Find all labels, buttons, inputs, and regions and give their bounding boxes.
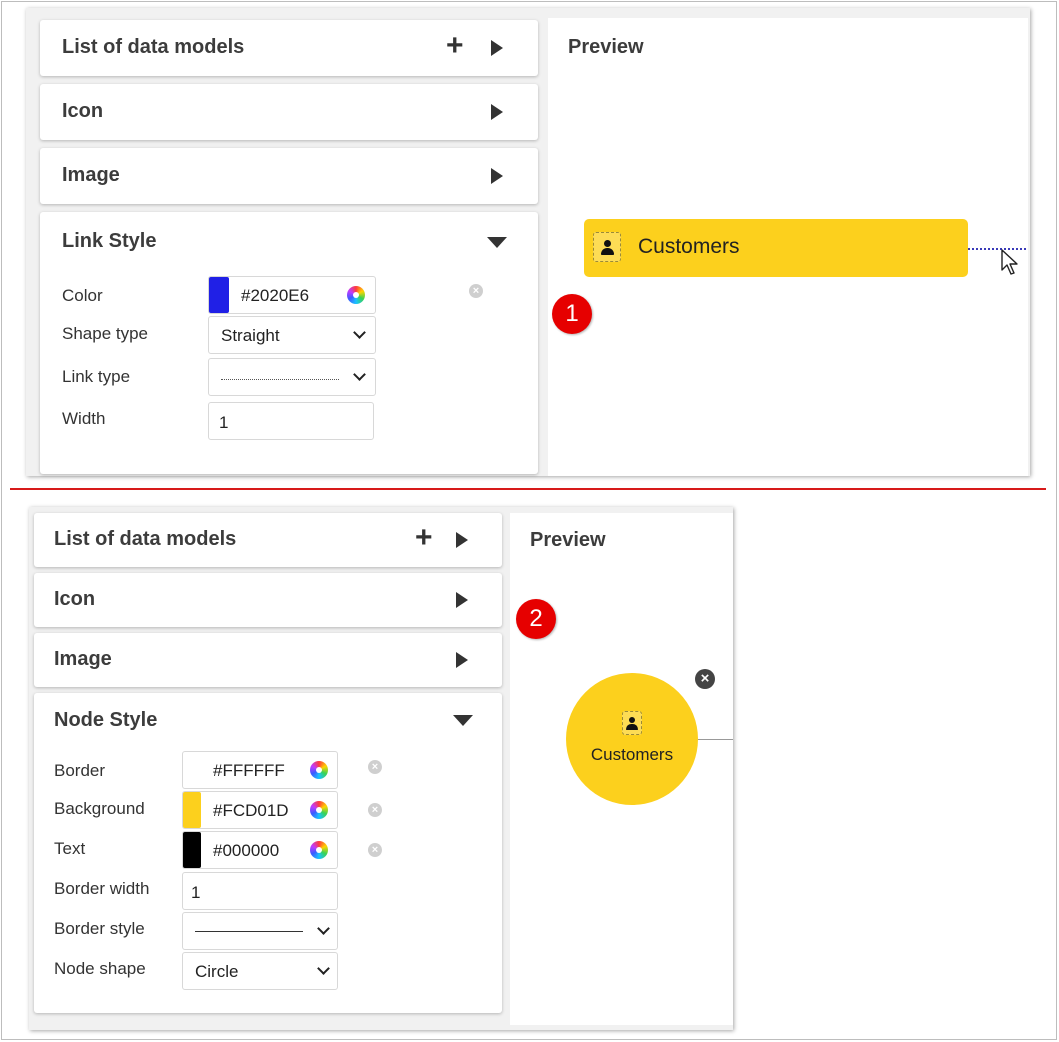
node-shape-label: Node shape [54,959,146,978]
caret-right-icon[interactable] [491,40,503,56]
node-shape-select[interactable]: Circle [182,952,338,990]
plus-icon[interactable]: + [446,31,464,61]
border-label: Border [54,761,106,780]
node-shape-value: Circle [195,962,239,981]
panel-image[interactable]: Image [34,633,502,687]
color-wheel-icon[interactable] [310,761,328,779]
panel-title: List of data models [62,36,245,58]
settings-column: List of data models + Icon Image Link St… [40,20,538,476]
solid-line-option [195,931,303,932]
clear-icon[interactable]: × [368,843,382,857]
node-label: Customers [638,235,740,258]
preview-area: Preview Customers 1 [548,18,1028,476]
text-color-value: #000000 [213,841,280,860]
caret-right-icon[interactable] [456,592,468,608]
preview-area: Preview 2 Customers × [510,513,733,1025]
caret-down-icon[interactable] [453,715,473,726]
text-label: Text [54,839,86,858]
shape-type-label: Shape type [62,324,149,343]
background-color-value: #FCD01D [213,801,289,820]
link-type-label: Link type [62,367,131,386]
panel-title: Link Style [62,230,157,252]
link-type-select[interactable] [208,358,376,396]
panel-icon[interactable]: Icon [34,573,502,627]
background-label: Background [54,799,145,818]
border-color-field[interactable]: #FFFFFF [182,751,338,789]
chevron-down-icon [353,368,366,381]
width-label: Width [62,409,106,428]
caret-right-icon[interactable] [491,168,503,184]
background-swatch [183,792,201,828]
border-width-value: 1 [191,883,201,902]
link-line [698,739,733,740]
shape-type-select[interactable]: Straight [208,316,376,354]
panel-icon[interactable]: Icon [40,84,538,140]
color-wheel-icon[interactable] [310,801,328,819]
preview-node[interactable]: Customers [566,673,698,805]
border-color-value: #FFFFFF [213,761,285,780]
panel-node-style: Node Style Border #FFFFFF × Background #… [34,693,502,1013]
shape-type-value: Straight [221,326,280,345]
clear-icon[interactable]: × [368,760,382,774]
panel-title: Image [62,164,120,186]
color-label: Color [62,286,103,305]
caret-right-icon[interactable] [456,652,468,668]
person-icon [593,232,621,262]
panel-title: Image [54,648,112,670]
chevron-down-icon [317,962,330,975]
screenshot-link-style: List of data models + Icon Image Link St… [26,8,1030,476]
panel-title: Node Style [54,709,158,731]
color-value: #2020E6 [241,286,310,305]
preview-title: Preview [568,36,644,58]
clear-icon[interactable]: × [368,803,382,817]
chevron-down-icon [353,326,366,339]
chevron-down-icon [317,922,330,935]
close-icon[interactable]: × [695,669,715,689]
color-swatch [209,277,229,313]
text-color-field[interactable]: #000000 [182,831,338,869]
color-wheel-icon[interactable] [310,841,328,859]
width-value: 1 [219,413,229,432]
step-badge: 2 [516,599,556,639]
preview-title: Preview [530,529,606,551]
panel-link-style: Link Style Color #2020E6 × Shape type St… [40,212,538,474]
background-color-field[interactable]: #FCD01D [182,791,338,829]
panel-title: Icon [62,100,104,122]
preview-node[interactable]: Customers [584,219,968,277]
separator-line [10,488,1046,490]
border-width-input[interactable]: 1 [182,872,338,910]
panel-title: List of data models [54,528,237,550]
color-wheel-icon[interactable] [347,286,365,304]
panel-list-of-data-models[interactable]: List of data models + [40,20,538,76]
border-style-select[interactable] [182,912,338,950]
caret-right-icon[interactable] [456,532,468,548]
person-icon [622,711,642,735]
border-style-label: Border style [54,919,145,938]
screenshot-node-style: List of data models + Icon Image Node St… [29,507,733,1030]
caret-down-icon[interactable] [487,237,507,248]
dotted-line-option [221,379,339,380]
border-width-label: Border width [54,879,150,898]
width-input[interactable]: 1 [208,402,374,440]
color-field[interactable]: #2020E6 [208,276,376,314]
clear-icon[interactable]: × [469,284,483,298]
plus-icon[interactable]: + [415,523,433,553]
node-label: Customers [590,745,674,764]
settings-column: List of data models + Icon Image Node St… [34,513,502,1025]
mouse-cursor-icon [1001,249,1018,275]
text-swatch [183,832,201,868]
panel-list-of-data-models[interactable]: List of data models + [34,513,502,567]
step-badge: 1 [552,294,592,334]
panel-image[interactable]: Image [40,148,538,204]
panel-title: Icon [54,588,96,610]
caret-right-icon[interactable] [491,104,503,120]
